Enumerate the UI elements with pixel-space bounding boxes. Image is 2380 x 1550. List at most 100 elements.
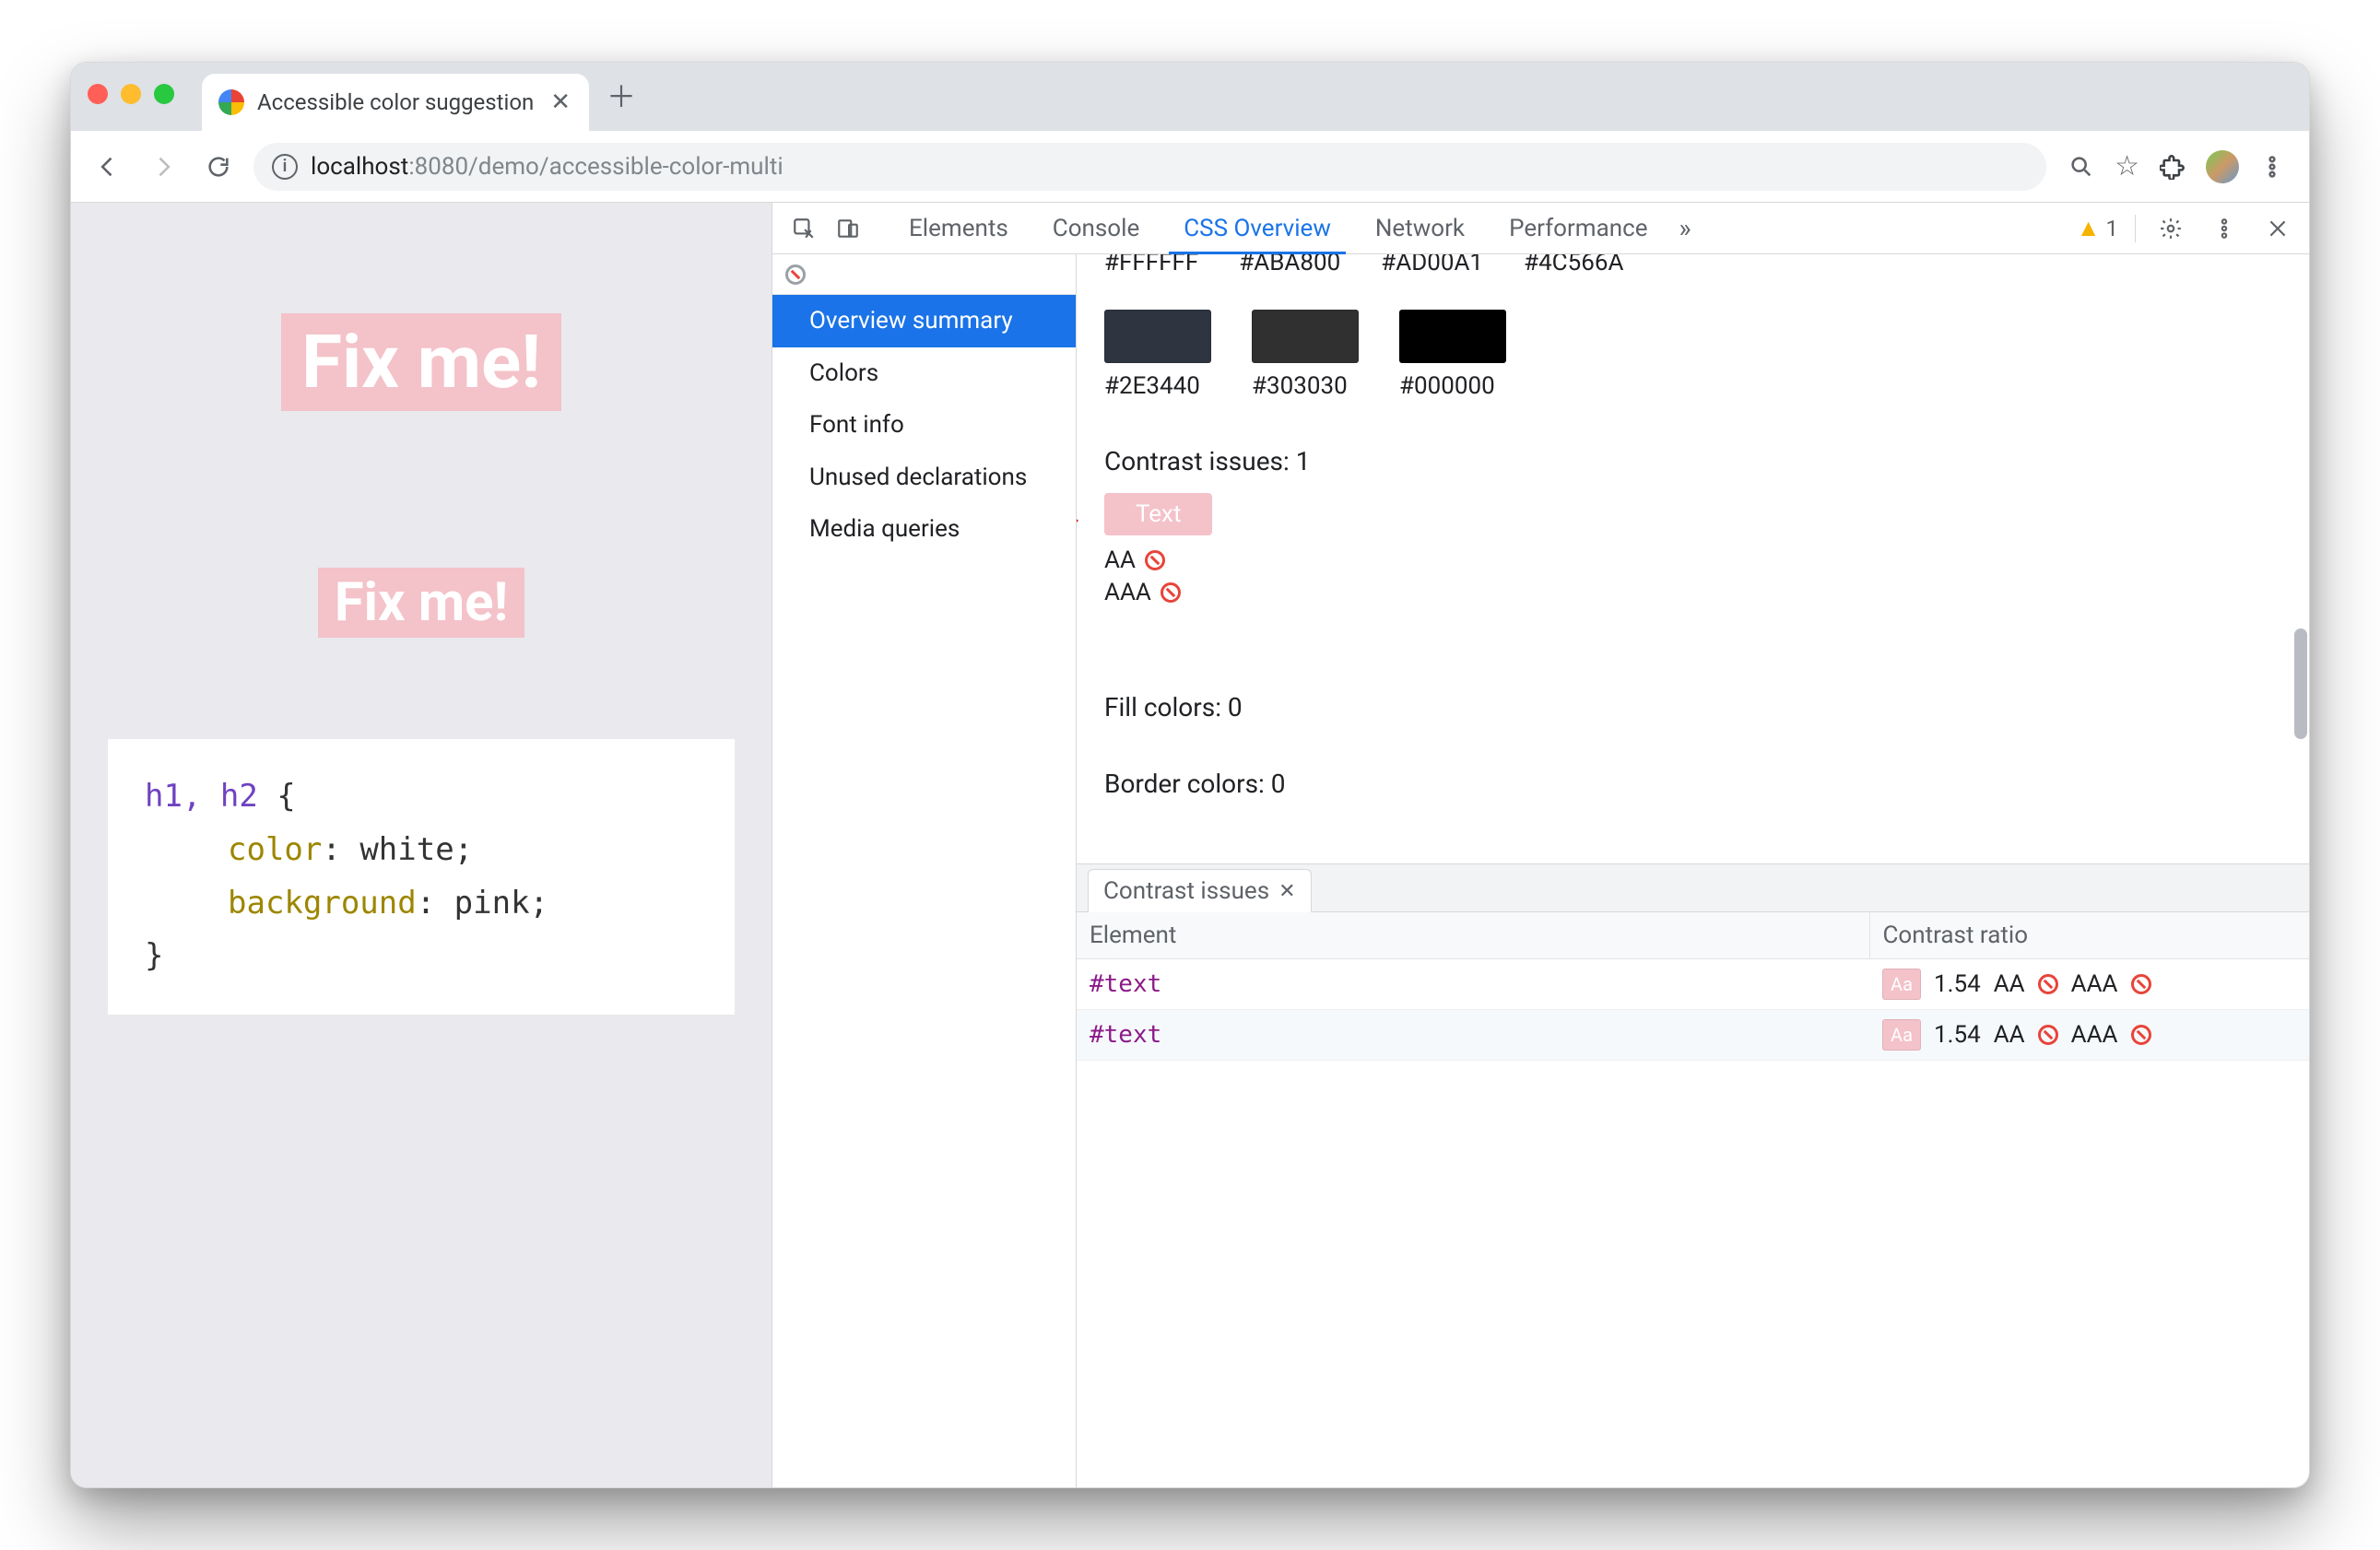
fail-icon (1161, 579, 1181, 606)
css-overview-sidebar: Overview summary Colors Font info Unused… (772, 254, 1077, 1487)
profile-avatar[interactable] (2206, 150, 2239, 183)
mini-swatch-icon: Aa (1882, 1019, 1921, 1051)
swatch-icon (1252, 310, 1359, 363)
color-hex-label: #2E3440 (1104, 372, 1211, 400)
table-row[interactable]: #text Aa 1.54 AA AAA (1077, 959, 2309, 1010)
tab-performance[interactable]: Performance (1490, 203, 1666, 254)
color-hex-label: #FFFFFF (1104, 254, 1198, 276)
drawer-tab-close-icon[interactable]: ✕ (1278, 880, 1295, 903)
ratio-value: 1.54 (1934, 1021, 1981, 1049)
aaa-label: AAA (1104, 579, 1151, 606)
tab-css-overview[interactable]: CSS Overview (1165, 203, 1349, 254)
mac-minimize-button[interactable] (121, 84, 141, 104)
sidebar-item-media-queries[interactable]: Media queries (772, 503, 1076, 556)
css-code-block: h1, h2 { color: white; background: pink;… (108, 739, 735, 1015)
tab-elements[interactable]: Elements (890, 203, 1027, 254)
drawer-tabs: Contrast issues ✕ (1077, 864, 2309, 912)
aa-label: AA (1104, 546, 1136, 574)
contrast-issues-table: Element Contrast ratio #text (1077, 912, 2309, 1061)
element-link[interactable]: #text (1090, 1021, 1161, 1049)
devtools-tabs: Elements Console CSS Overview Network Pe… (772, 203, 2309, 254)
color-swatch[interactable]: #000000 (1399, 310, 1506, 400)
col-element[interactable]: Element (1077, 912, 1869, 959)
tab-strip: Accessible color suggestion ✕ ＋ (71, 63, 2309, 131)
contrast-ratings: AA AAA (1104, 545, 2281, 609)
inspect-icon[interactable] (785, 210, 822, 247)
color-hex-label: #000000 (1399, 372, 1506, 400)
fail-icon (2038, 974, 2058, 994)
devtools-close-icon[interactable] (2259, 210, 2296, 247)
address-bar[interactable]: i localhost:8080/demo/accessible-color-m… (253, 143, 2046, 191)
tab-console[interactable]: Console (1034, 203, 1158, 254)
browser-toolbar: i localhost:8080/demo/accessible-color-m… (71, 131, 2309, 203)
sidebar-item-colors[interactable]: Colors (772, 347, 1076, 400)
fill-colors-label: Fill colors: 0 (1104, 692, 2281, 722)
swatch-icon (1399, 310, 1506, 363)
settings-icon[interactable] (2152, 210, 2189, 247)
extensions-icon[interactable] (2152, 147, 2193, 187)
mac-close-button[interactable] (88, 84, 108, 104)
new-tab-button[interactable]: ＋ (598, 74, 644, 116)
devtools-menu-icon[interactable] (2206, 210, 2243, 247)
css-selector: h1, h2 (145, 778, 258, 815)
contrast-sample-swatch[interactable]: Text (1104, 493, 1212, 535)
mini-swatch-icon: Aa (1882, 969, 1921, 1000)
devtools-panel: Elements Console CSS Overview Network Pe… (772, 203, 2309, 1487)
tab-network[interactable]: Network (1357, 203, 1483, 254)
sidebar-item-unused-declarations[interactable]: Unused declarations (772, 452, 1076, 504)
color-swatch[interactable]: #2E3440 (1104, 310, 1211, 400)
forward-button[interactable] (143, 147, 183, 187)
element-link[interactable]: #text (1090, 970, 1161, 998)
drawer-tab-contrast-issues[interactable]: Contrast issues ✕ (1088, 869, 1312, 912)
css-overview-main: #FFFFFF #ABA800 #AD00A1 #4C566A #2E3440 (1077, 254, 2309, 1487)
tab-favicon (218, 89, 244, 115)
border-colors-label: Border colors: 0 (1104, 769, 2281, 799)
fail-icon (2038, 1025, 2058, 1045)
tab-close-icon[interactable]: ✕ (550, 88, 571, 116)
page-h1: Fix me! (281, 313, 561, 411)
browser-menu-icon[interactable] (2252, 147, 2292, 187)
device-toolbar-icon[interactable] (830, 210, 866, 247)
aa-label: AA (1994, 970, 2025, 998)
fail-icon (2131, 974, 2151, 994)
contrast-issues-label: Contrast issues: 1 (1104, 446, 2281, 476)
mac-window-controls (88, 84, 174, 104)
table-row[interactable]: #text Aa 1.54 AA AAA (1077, 1010, 2309, 1061)
browser-tab[interactable]: Accessible color suggestion ✕ (202, 74, 589, 131)
mac-maximize-button[interactable] (154, 84, 174, 104)
warning-icon: ▲ (2077, 214, 2101, 242)
color-hex-label: #303030 (1252, 372, 1359, 400)
sidebar-item-overview-summary[interactable]: Overview summary (772, 295, 1076, 347)
css-prop-color: color (228, 831, 322, 868)
sidebar-clear-icon[interactable] (772, 254, 1076, 295)
bookmark-icon[interactable]: ☆ (2115, 150, 2139, 182)
contrast-drawer: Contrast issues ✕ Element Contrast ratio (1077, 863, 2309, 1227)
col-contrast-ratio[interactable]: Contrast ratio (1869, 912, 2309, 959)
aaa-label: AAA (2071, 1021, 2118, 1049)
url-text: localhost:8080/demo/accessible-color-mul… (311, 153, 784, 181)
url-host: localhost (311, 153, 408, 181)
color-hex-label: #AD00A1 (1381, 254, 1483, 276)
sidebar-item-font-info[interactable]: Font info (772, 399, 1076, 452)
url-path: :8080/demo/accessible-color-multi (408, 153, 783, 181)
warnings-badge[interactable]: ▲ 1 (2077, 214, 2118, 242)
reload-button[interactable] (198, 147, 239, 187)
ratio-value: 1.54 (1934, 970, 1981, 998)
fail-icon (2131, 1025, 2151, 1045)
tab-title: Accessible color suggestion (257, 89, 534, 115)
color-hex-label: #ABA800 (1239, 254, 1340, 276)
tabs-overflow-icon[interactable]: » (1679, 213, 1691, 243)
color-swatch[interactable]: #303030 (1252, 310, 1359, 400)
back-button[interactable] (88, 147, 128, 187)
toolbar-right: ☆ (2061, 147, 2292, 187)
divider (2135, 215, 2136, 242)
aaa-label: AAA (2071, 970, 2118, 998)
page-h2: Fix me! (318, 568, 524, 638)
zoom-icon[interactable] (2061, 147, 2102, 187)
browser-window: Accessible color suggestion ✕ ＋ i localh… (70, 62, 2310, 1488)
site-info-icon[interactable]: i (272, 154, 298, 180)
page-viewport: Fix me! Fix me! h1, h2 { color: white; b… (71, 203, 772, 1487)
devtools-body: Overview summary Colors Font info Unused… (772, 254, 2309, 1487)
aa-label: AA (1994, 1021, 2025, 1049)
swatch-icon (1104, 310, 1211, 363)
